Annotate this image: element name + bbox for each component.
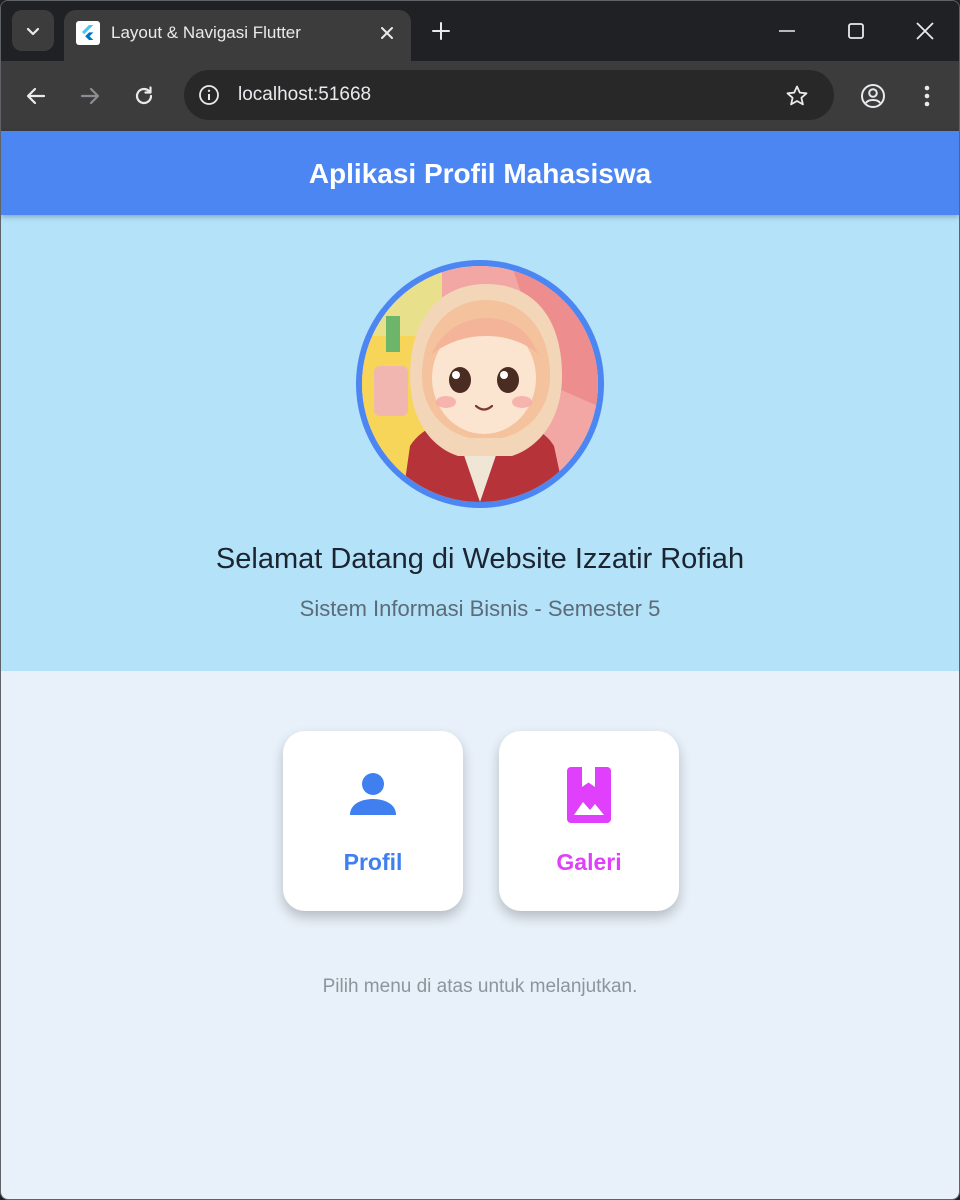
avatar-illustration bbox=[362, 266, 598, 502]
address-bar[interactable]: localhost:51668 bbox=[184, 70, 834, 120]
photo-album-icon bbox=[561, 767, 617, 823]
page-content: Aplikasi Profil Mahasiswa Selamat Datang… bbox=[1, 131, 959, 1199]
close-window-button[interactable] bbox=[907, 13, 943, 49]
program-subtitle: Sistem Informasi Bisnis - Semester 5 bbox=[299, 596, 661, 621]
plus-icon bbox=[432, 22, 450, 40]
avatar bbox=[362, 266, 598, 502]
hint-text: Pilih menu di atas untuk melanjutkan. bbox=[322, 976, 638, 997]
url-text: localhost:51668 bbox=[238, 84, 372, 105]
reload-icon bbox=[135, 86, 153, 105]
minimize-button[interactable] bbox=[769, 13, 805, 49]
browser-tab[interactable]: Layout & Navigasi Flutter bbox=[64, 10, 411, 61]
star-icon bbox=[786, 85, 808, 106]
menu-button[interactable] bbox=[909, 78, 945, 114]
galeri-card-button[interactable]: Galeri bbox=[499, 731, 679, 911]
app-bar: Aplikasi Profil Mahasiswa bbox=[1, 131, 959, 215]
tab-close-button[interactable] bbox=[374, 20, 400, 46]
tab-strip: Layout & Navigasi Flutter bbox=[1, 1, 959, 61]
close-icon bbox=[381, 27, 393, 39]
person-icon bbox=[345, 767, 401, 823]
back-button[interactable] bbox=[18, 78, 54, 114]
arrow-left-icon bbox=[26, 87, 46, 105]
browser-toolbar: localhost:51668 bbox=[1, 61, 959, 131]
profile-button[interactable] bbox=[855, 78, 891, 114]
forward-button[interactable] bbox=[72, 78, 108, 114]
arrow-right-icon bbox=[80, 87, 100, 105]
more-vert-icon bbox=[924, 85, 930, 107]
flutter-favicon-icon bbox=[76, 21, 100, 45]
site-info-button[interactable] bbox=[195, 81, 223, 109]
app-bar-title: Aplikasi Profil Mahasiswa bbox=[308, 158, 652, 189]
browser-window: Layout & Navigasi Flutter localhost:5166… bbox=[0, 0, 960, 1200]
chevron-down-icon bbox=[26, 27, 40, 35]
info-icon bbox=[199, 85, 219, 105]
avatar-ring bbox=[356, 260, 604, 508]
account-circle-icon bbox=[861, 84, 885, 108]
new-tab-button[interactable] bbox=[426, 16, 456, 46]
tab-title: Layout & Navigasi Flutter bbox=[111, 23, 301, 42]
maximize-button[interactable] bbox=[838, 13, 874, 49]
close-icon bbox=[916, 22, 934, 40]
bookmark-button[interactable] bbox=[782, 81, 812, 111]
profil-card-button[interactable]: Profil bbox=[283, 731, 463, 911]
reload-button[interactable] bbox=[126, 78, 162, 114]
tab-search-button[interactable] bbox=[12, 10, 54, 51]
welcome-heading: Selamat Datang di Website Izzatir Rofiah bbox=[215, 543, 745, 575]
minimize-icon bbox=[779, 30, 795, 32]
profil-card-label: Profil bbox=[343, 849, 403, 875]
maximize-icon bbox=[848, 23, 864, 39]
galeri-card-label: Galeri bbox=[556, 849, 622, 875]
hero-section: Selamat Datang di Website Izzatir Rofiah… bbox=[1, 215, 959, 671]
